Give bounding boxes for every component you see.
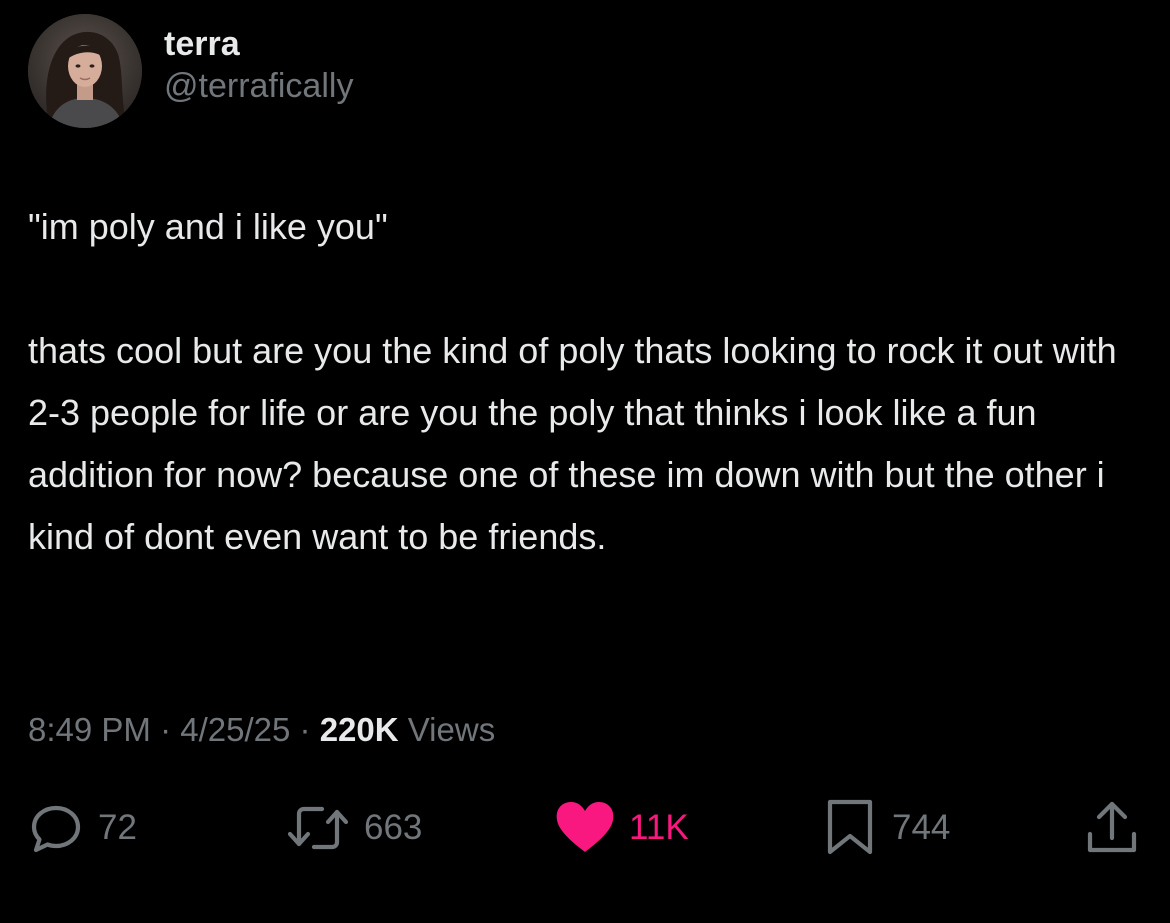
bookmark-button[interactable]: 744: [822, 798, 950, 858]
views-count: 220K: [319, 711, 399, 748]
share-icon: [1087, 801, 1137, 853]
meta-separator: ·: [299, 711, 311, 748]
tweet-time[interactable]: 8:49 PM: [28, 711, 151, 748]
heart-icon: [556, 802, 614, 852]
tweet-meta: 8:49 PM · 4/25/25 · 220K Views: [28, 708, 495, 752]
like-count: 11K: [629, 808, 689, 847]
meta-separator: ·: [160, 711, 172, 748]
retweet-count: 663: [364, 808, 423, 847]
tweet-text: "im poly and i like you" thats cool but …: [28, 196, 1128, 568]
author-handle[interactable]: @terrafically: [164, 66, 353, 106]
reply-icon: [31, 805, 81, 853]
tweet-paragraph: "im poly and i like you": [28, 206, 388, 247]
reply-count: 72: [98, 808, 137, 847]
action-bar: 72 663 11K 744: [0, 798, 1170, 858]
tweet-paragraph: thats cool but are you the kind of poly …: [28, 330, 1127, 557]
like-button[interactable]: 11K: [555, 798, 689, 858]
retweet-button[interactable]: 663: [286, 798, 422, 858]
tweet-header: terra @terrafically: [28, 14, 353, 128]
views-label: Views: [407, 711, 496, 748]
retweet-icon: [287, 806, 349, 850]
avatar[interactable]: [28, 14, 142, 128]
author-names: terra @terrafically: [164, 24, 353, 106]
bookmark-count: 744: [892, 808, 951, 847]
profile-photo-icon: [28, 14, 142, 128]
share-button[interactable]: [1082, 798, 1142, 858]
bookmark-icon: [827, 799, 873, 855]
author-display-name[interactable]: terra: [164, 24, 353, 64]
tweet: terra @terrafically "im poly and i like …: [0, 0, 1170, 923]
reply-button[interactable]: 72: [28, 798, 137, 858]
tweet-date[interactable]: 4/25/25: [180, 711, 290, 748]
